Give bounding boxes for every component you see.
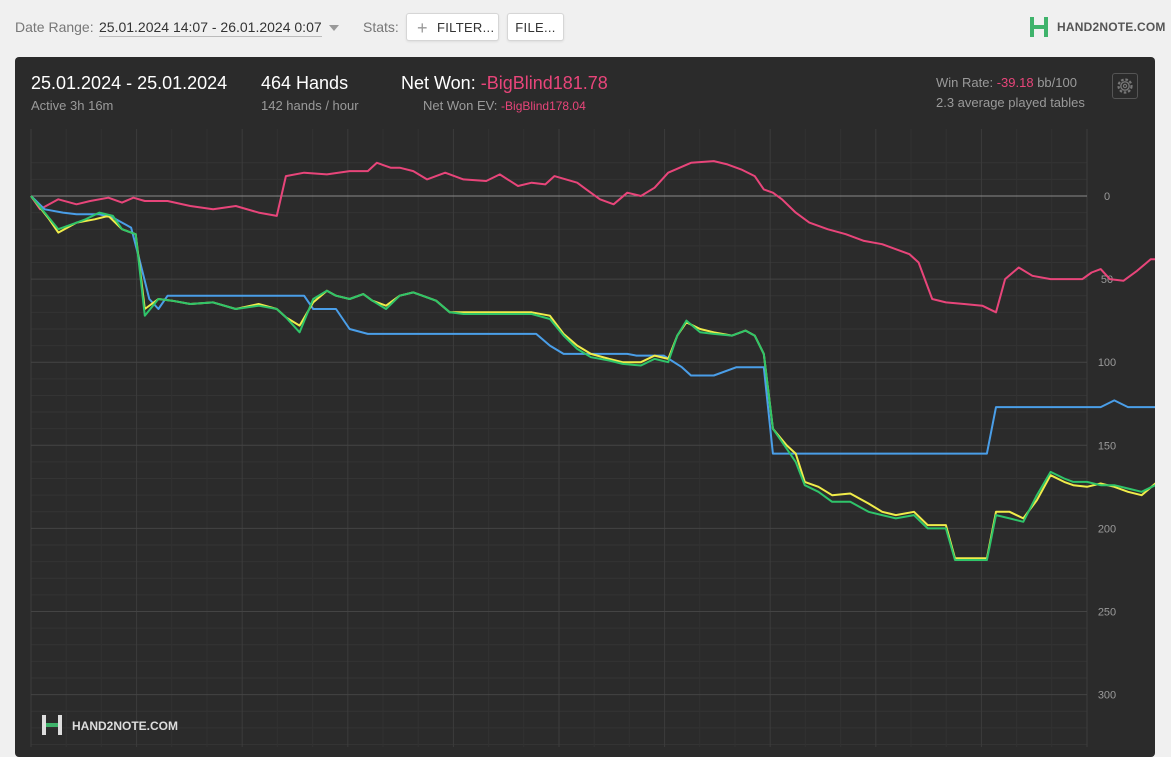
y-tick-label: 150 <box>1098 440 1116 452</box>
stats-label: Stats: <box>363 19 399 35</box>
series-line <box>30 195 1155 561</box>
net-won: Net Won: -BigBlind181.78 <box>401 73 608 94</box>
profit-graph: 050100150200250300 <box>30 129 1155 747</box>
net-won-label: Net Won: <box>401 73 476 93</box>
y-tick-label: 0 <box>1104 191 1110 203</box>
watermark-text: HAND2NOTE.COM <box>72 719 179 733</box>
hands-count: 464 Hands <box>261 73 349 93</box>
y-tick-label: 100 <box>1098 357 1116 369</box>
plus-icon: + <box>417 18 428 38</box>
chevron-down-icon[interactable] <box>329 25 339 31</box>
series-line <box>30 195 1155 560</box>
date-range-label: Date Range: <box>15 19 94 35</box>
active-time: Active 3h 16m <box>31 98 114 113</box>
y-tick-label: 300 <box>1098 690 1116 702</box>
win-rate-unit: bb/100 <box>1037 75 1077 90</box>
watermark: HAND2NOTE.COM <box>40 714 178 736</box>
win-rate: Win Rate: -39.18 bb/100 <box>936 75 1077 90</box>
graph-panel: 0 50 100 150 200 250 300 25.01.2024 - 25.01.20… <box>15 57 1155 757</box>
win-rate-value: -39.18 <box>996 75 1034 90</box>
file-button[interactable]: FILE... <box>507 13 564 41</box>
net-won-value: -BigBlind181.78 <box>480 73 608 93</box>
watermark-logo-icon <box>42 715 62 735</box>
date-span: 25.01.2024 - 25.01.2024 <box>31 73 228 93</box>
net-won-ev-value: -BigBlind178.04 <box>501 99 586 113</box>
logo-mark-icon <box>1030 17 1048 37</box>
filter-button[interactable]: + FILTER... <box>406 13 499 41</box>
win-rate-label: Win Rate: <box>936 75 994 90</box>
date-range-select[interactable]: 25.01.2024 14:07 - 26.01.2024 0:07 <box>99 19 322 37</box>
net-won-ev: Net Won EV: -BigBlind178.04 <box>423 98 586 113</box>
y-tick-label: 200 <box>1098 523 1116 535</box>
filter-button-label: FILTER... <box>437 20 495 35</box>
net-won-ev-label: Net Won EV: <box>423 98 498 113</box>
settings-button[interactable] <box>1112 73 1138 99</box>
avg-tables: 2.3 average played tables <box>936 95 1085 110</box>
hands-per-hour: 142 hands / hour <box>261 98 359 113</box>
toolbar: Date Range: 25.01.2024 14:07 - 26.01.202… <box>0 0 1171 56</box>
y-tick-label: 250 <box>1098 607 1116 619</box>
series-line <box>30 195 1155 455</box>
brand-logo: HAND2NOTE.COM <box>1029 16 1165 38</box>
series-line <box>30 160 1155 314</box>
gear-icon <box>1117 78 1133 94</box>
logo-text: HAND2NOTE.COM <box>1057 20 1166 34</box>
